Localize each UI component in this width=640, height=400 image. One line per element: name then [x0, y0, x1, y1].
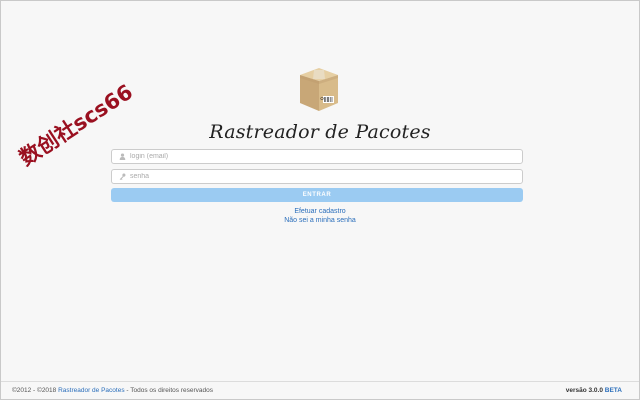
login-field[interactable] — [111, 149, 523, 164]
register-link[interactable]: Efetuar cadastro — [294, 208, 345, 215]
login-input[interactable] — [130, 153, 510, 160]
key-icon — [117, 173, 127, 180]
forgot-password-link-row: Não sei a minha senha — [1, 217, 639, 224]
package-box-icon — [294, 65, 344, 113]
forgot-password-link[interactable]: Não sei a minha senha — [284, 217, 356, 224]
version-beta-tag: BETA — [604, 387, 622, 394]
version-info: versão 3.0.0 BETA — [566, 387, 622, 394]
password-field[interactable] — [111, 169, 523, 184]
password-input[interactable] — [130, 173, 510, 180]
footer-copyright: ©2012 - ©2018 Rastreador de Pacotes - To… — [12, 387, 213, 394]
version-label: versão 3.0.0 — [565, 387, 603, 394]
footer: ©2012 - ©2018 Rastreador de Pacotes - To… — [1, 381, 639, 399]
footer-app-link[interactable]: Rastreador de Pacotes — [58, 387, 124, 394]
login-button[interactable]: ENTRAR — [111, 188, 523, 202]
copyright-suffix: - Todos os direitos reservados — [126, 387, 213, 394]
register-link-row: Efetuar cadastro — [1, 208, 639, 215]
copyright-prefix: ©2012 - ©2018 — [12, 387, 57, 394]
user-icon — [117, 153, 127, 160]
